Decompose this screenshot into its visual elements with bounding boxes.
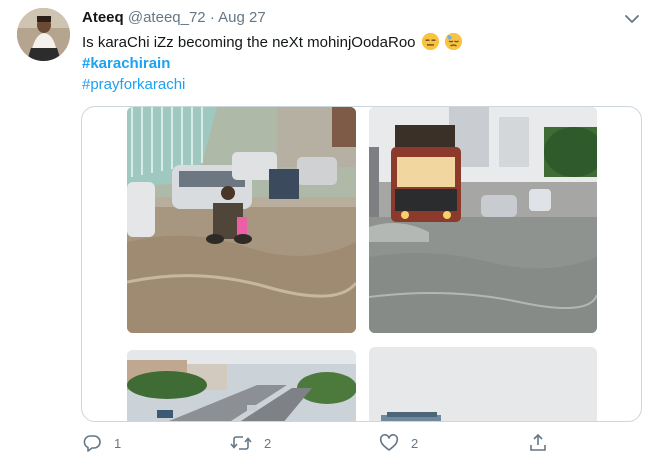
like-count: 2 (411, 435, 419, 451)
retweet-count: 2 (264, 435, 272, 451)
reply-button[interactable]: 1 (82, 431, 121, 455)
hashtag-karachirain[interactable]: #karachirain (82, 55, 170, 73)
retweet-icon (230, 433, 252, 453)
reply-icon (82, 433, 102, 453)
tweet-header: Ateeq @ateeq_72 · Aug 27 (82, 9, 266, 27)
downcast-face-with-sweat-icon (444, 33, 462, 50)
retweet-button[interactable]: 2 (230, 431, 271, 455)
hashtag-prayforkarachi[interactable]: #prayforkarachi (82, 76, 185, 94)
expressionless-face-icon (421, 33, 439, 50)
user-handle[interactable]: @ateeq_72 (128, 9, 206, 26)
share-button[interactable] (528, 431, 548, 455)
tweet-actions: 1 2 2 (0, 431, 657, 455)
photo-aerial-highway[interactable] (127, 350, 356, 421)
reply-count: 1 (114, 435, 122, 451)
share-icon (528, 433, 548, 453)
display-name[interactable]: Ateeq (82, 9, 124, 26)
like-button[interactable]: 2 (379, 431, 418, 455)
tweet-body: Is karaChi iZz becoming the neXt mohinjO… (82, 34, 416, 51)
separator-dot: · (209, 9, 215, 26)
tweet-date[interactable]: Aug 27 (218, 9, 266, 26)
media-card[interactable] (81, 106, 642, 422)
like-icon (379, 433, 399, 453)
avatar-photo (17, 8, 70, 61)
tweet-text: Is karaChi iZz becoming the neXt mohinjO… (82, 33, 462, 52)
chevron-down-icon[interactable] (623, 10, 641, 28)
photo-flooded-road[interactable] (127, 107, 356, 333)
avatar[interactable] (17, 8, 70, 61)
photo-bus-in-flood[interactable] (369, 107, 597, 333)
photo-overcast-sky[interactable] (369, 347, 597, 421)
